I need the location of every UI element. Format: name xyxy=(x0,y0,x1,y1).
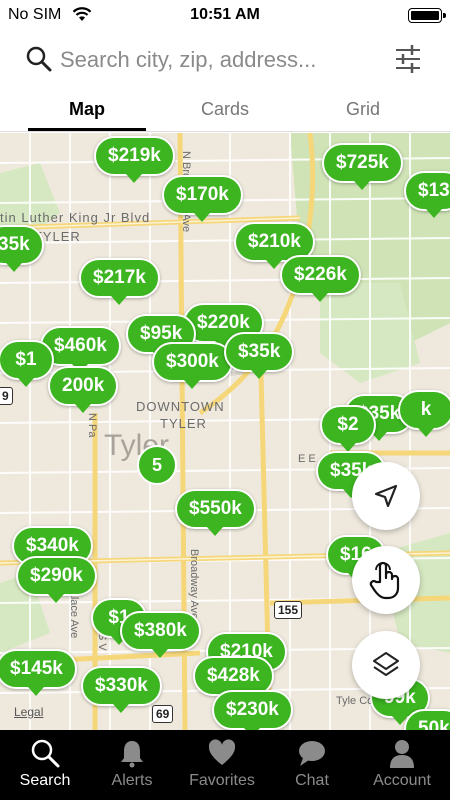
price-pin[interactable]: $330k xyxy=(81,666,162,713)
nav-label-favorites: Favorites xyxy=(189,772,255,789)
person-icon xyxy=(390,740,414,768)
status-time: 10:51 AM xyxy=(190,6,260,23)
map-label-e-e: E E xyxy=(298,453,316,465)
nav-chat[interactable]: Chat xyxy=(267,730,357,800)
price-pin[interactable]: $226k xyxy=(280,255,361,302)
nav-search[interactable]: Search xyxy=(0,730,90,800)
battery-icon xyxy=(408,8,446,23)
listing-cluster[interactable]: 5 xyxy=(137,445,177,485)
map-label-tyle-co: Tyle Co xyxy=(336,695,374,707)
price-pin[interactable]: $380k xyxy=(120,611,201,658)
price-pin[interactable]: $1 xyxy=(0,340,54,387)
price-pin[interactable]: 200k xyxy=(48,366,119,413)
nav-favorites[interactable]: Favorites xyxy=(177,730,267,800)
draw-area-button[interactable] xyxy=(352,546,420,614)
highway-shield-155: 155 xyxy=(274,601,303,619)
price-pin[interactable]: $13 xyxy=(404,171,450,218)
active-tab-indicator xyxy=(28,128,146,131)
search-icon xyxy=(31,739,60,768)
tab-map[interactable]: Map xyxy=(28,90,146,132)
price-pin[interactable]: $170k xyxy=(162,175,243,222)
price-pin[interactable]: $145k xyxy=(0,649,77,696)
map-label-n-pa: N Pa xyxy=(86,413,98,438)
heart-icon xyxy=(208,739,236,765)
price-pin[interactable]: $290k xyxy=(16,556,97,603)
layers-icon xyxy=(373,652,399,676)
nav-alerts[interactable]: Alerts xyxy=(87,730,177,800)
price-pin[interactable]: 35k xyxy=(0,225,44,272)
bell-icon xyxy=(121,741,143,768)
price-pin[interactable]: k xyxy=(398,390,450,437)
hand-pointer-icon xyxy=(369,561,400,600)
highway-shield-9: 9 xyxy=(0,387,13,405)
search-icon xyxy=(26,46,52,72)
map-label-downtown: DOWNTOWN xyxy=(136,399,225,414)
price-pin[interactable]: $300k xyxy=(152,342,233,389)
tab-cards[interactable]: Cards xyxy=(166,90,284,132)
view-tabs: Map Cards Grid xyxy=(0,90,450,132)
map-label-mlk: tin Luther King Jr Blvd xyxy=(0,210,151,225)
map-label-broadway: Broadway Ave xyxy=(188,549,200,620)
highway-shield-69: 69 xyxy=(152,705,174,723)
price-pin[interactable]: $230k xyxy=(212,690,293,730)
nav-label-search: Search xyxy=(19,772,71,789)
price-pin[interactable]: 50k xyxy=(404,709,450,730)
search-bar xyxy=(0,36,450,84)
filter-sliders-icon[interactable] xyxy=(394,44,422,74)
tab-grid[interactable]: Grid xyxy=(304,90,422,132)
nav-label-account: Account xyxy=(373,772,431,789)
bottom-tab-bar: Search Alerts Favorites Chat Account xyxy=(0,730,450,800)
price-pin[interactable]: $2 xyxy=(320,405,376,452)
locate-button[interactable] xyxy=(352,462,420,530)
nav-label-chat: Chat xyxy=(295,772,329,789)
price-pin[interactable]: $550k xyxy=(175,489,256,536)
price-pin[interactable]: $217k xyxy=(79,258,160,305)
map-view[interactable]: tin Luther King Jr Blvd RTH TYLER DOWNTO… xyxy=(0,133,450,730)
nav-account[interactable]: Account xyxy=(357,730,447,800)
map-layers-button[interactable] xyxy=(352,631,420,699)
price-pin[interactable]: $35k xyxy=(224,332,295,379)
chat-bubble-icon xyxy=(299,741,325,766)
search-input[interactable] xyxy=(60,44,380,76)
status-bar: No SIM 10:51 AM xyxy=(0,0,450,30)
price-pin[interactable]: $219k xyxy=(94,136,175,183)
nav-label-alerts: Alerts xyxy=(111,772,153,789)
price-pin[interactable]: $725k xyxy=(322,143,403,190)
navigation-arrow-icon xyxy=(374,484,398,508)
legal-link[interactable]: Legal xyxy=(14,705,43,719)
